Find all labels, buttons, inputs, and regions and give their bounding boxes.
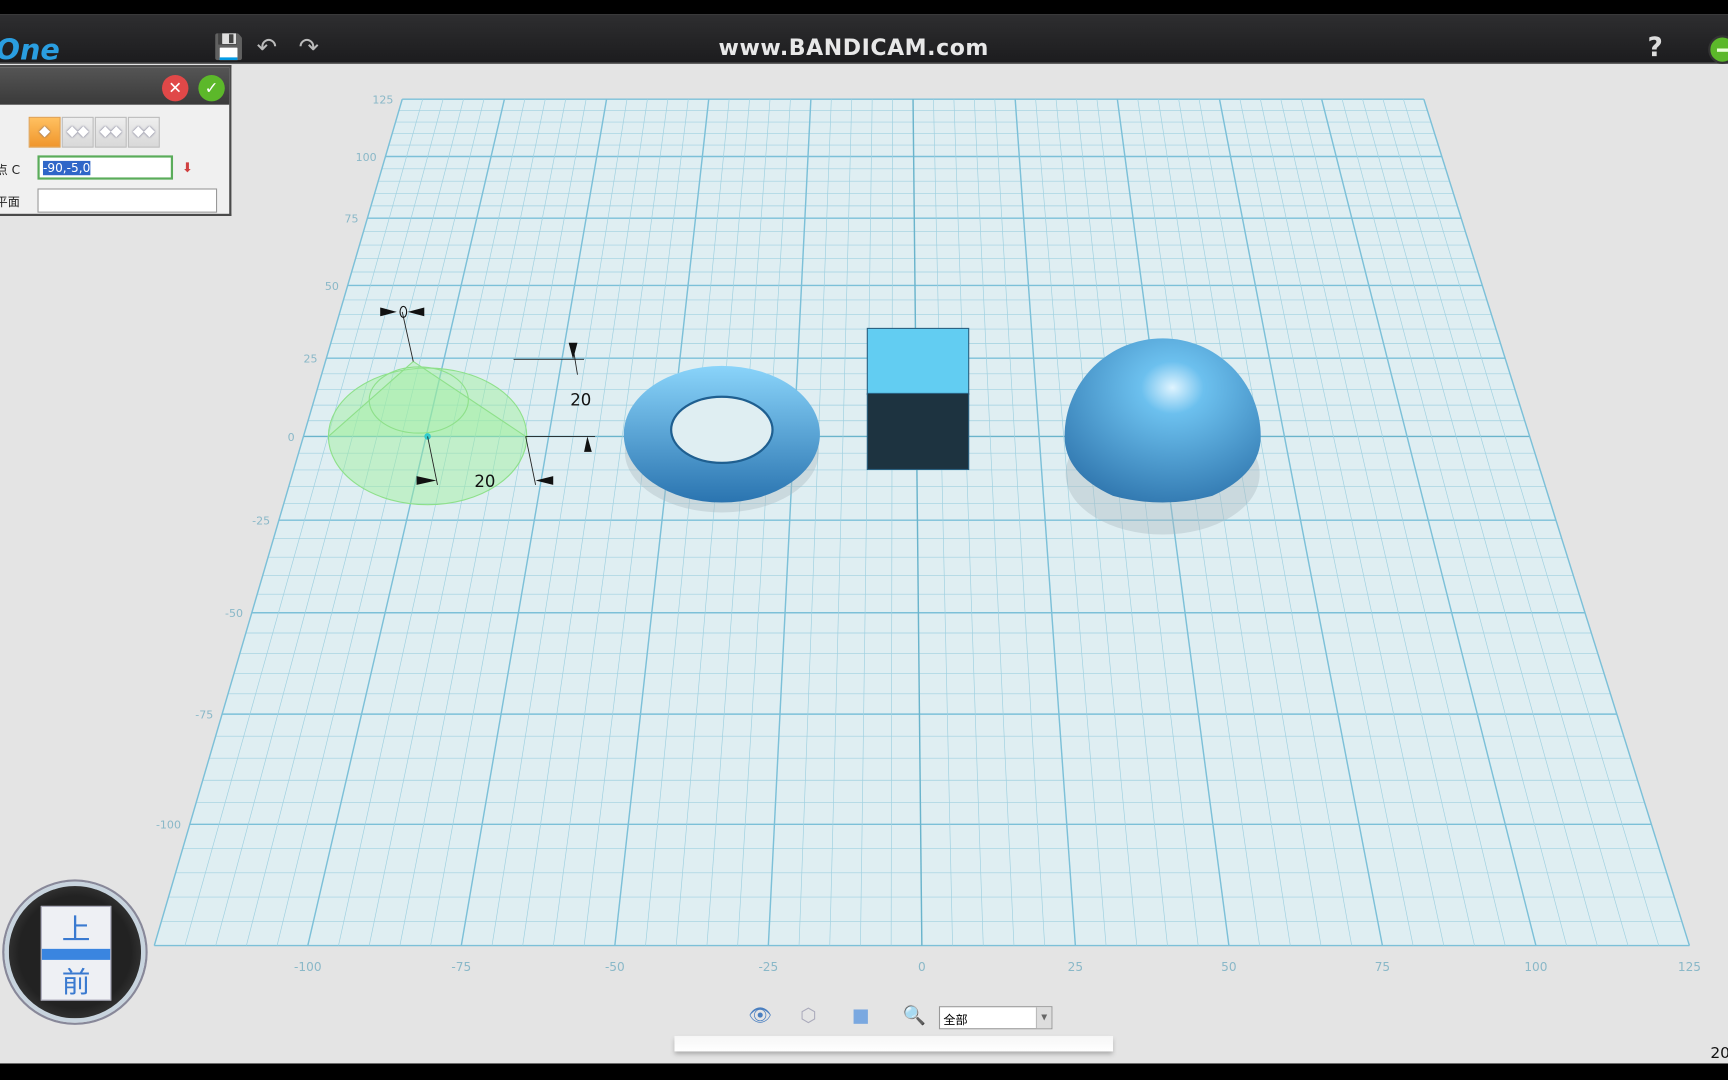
mode-button-3[interactable]: ◆◆ [94,116,127,148]
wireframe-cube-icon[interactable]: ⬡ [800,1005,816,1027]
y-tick-label: -100 [156,819,181,832]
y-tick-label: 50 [325,280,339,293]
app-window: -100 -75 -50 -25 0 25 50 75 100 125 125 100 75 50 25 0 -… [0,0,1728,1080]
y-tick-label: -50 [225,607,243,620]
x-tick-label: -25 [758,960,778,974]
x-tick-label: 100 [1524,960,1547,974]
hemisphere-object[interactable] [1064,338,1261,535]
mode-button-2[interactable]: ◆◆ [61,116,94,148]
torus-object[interactable] [623,365,820,513]
x-tick-label: -75 [451,960,471,974]
save-icon[interactable]: 💾 [214,34,244,62]
nav-top-label: 上 [61,913,91,947]
view-navigation-cube[interactable]: 上 前 [4,881,146,1023]
mode-button-1[interactable]: ◆ [28,116,61,148]
y-tick-label: -75 [195,709,213,722]
ok-button[interactable]: ✓ [198,74,225,102]
pick-point-icon[interactable]: ⬇ [182,160,193,175]
y-tick-label: 0 [288,431,295,444]
help-button[interactable]: ? [1648,32,1663,63]
watermark: www.BANDICAM.com [718,34,989,61]
dialog-header: ✕ ✓ [0,67,230,105]
y-tick-label: 25 [304,353,318,366]
plane-input[interactable] [37,188,218,213]
point-input[interactable]: -90,-5,0 [37,155,174,180]
mode-button-4[interactable]: ◆◆ [127,116,160,148]
bottom-black-bar [0,1063,1728,1080]
zoom-icon[interactable]: 🔍 [903,1005,926,1027]
chevron-down-icon[interactable]: ▼ [1035,1007,1052,1029]
redo-icon[interactable]: ↷ [299,34,319,62]
solid-cube-icon[interactable]: ■ [852,1005,870,1027]
x-tick-label: 50 [1221,960,1236,974]
point-dialog: ✕ ✓ ◆ ◆◆ ◆◆ ◆◆ 点 C -90,-5,0 ⬇ 平面 [0,65,232,216]
corner-text: 20 [1710,1044,1728,1063]
top-black-bar [0,0,1728,15]
nav-front-label: 前 [61,966,91,1000]
grid-plane [154,99,1690,946]
title-bar: One 💾 ↶ ↷ www.BANDICAM.com ? [0,14,1728,68]
point-value: -90,-5,0 [42,160,91,176]
y-tick-label: 75 [345,213,359,226]
cancel-button[interactable]: ✕ [161,74,189,102]
eye-icon[interactable]: 👁 [748,1005,772,1027]
app-logo: One [0,34,60,68]
x-tick-label: 25 [1068,960,1083,974]
x-tick-label: 75 [1375,960,1390,974]
y-tick-label: -25 [252,515,270,528]
y-tick-label: 100 [356,151,377,164]
plane-label: 平面 [0,195,20,210]
filter-select[interactable]: 全部 ▼ [938,1006,1053,1030]
mode-buttons: ◆ ◆◆ ◆◆ ◆◆ [28,116,160,148]
nav-divider [41,948,111,960]
y-tick-label: 125 [372,94,393,107]
3d-viewport[interactable]: -100 -75 -50 -25 0 25 50 75 100 125 125 100 75 50 25 0 -… [0,0,1728,1080]
x-tick-label: -50 [605,960,625,974]
bottom-toolbar-shelf [674,1035,1114,1052]
cube-object[interactable] [866,327,970,471]
minimize-button[interactable] [1708,35,1728,64]
dimension-label[interactable]: 20 [474,472,495,491]
filter-value: 全部 [943,1012,968,1028]
x-tick-label: 125 [1678,960,1701,974]
x-tick-label: 0 [918,960,926,974]
x-tick-label: -100 [294,960,321,974]
dimension-label[interactable]: 20 [570,391,591,410]
nav-cube-face[interactable]: 上 前 [40,905,112,1001]
point-label: 点 C [0,163,21,178]
undo-icon[interactable]: ↶ [257,34,277,62]
